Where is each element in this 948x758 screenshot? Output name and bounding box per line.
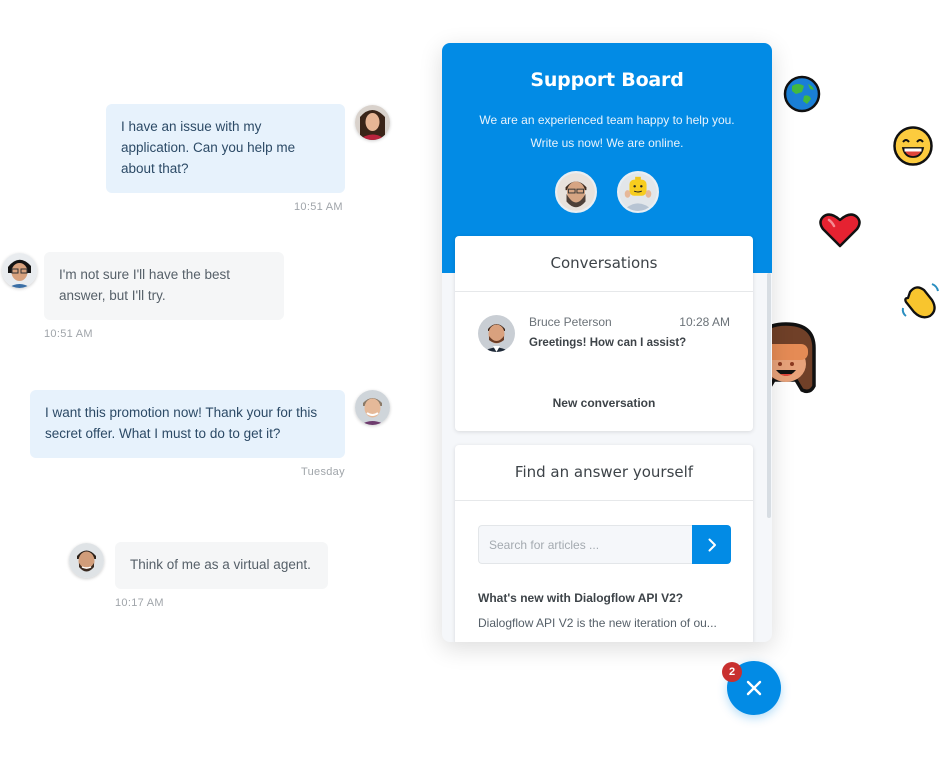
- conversation-item[interactable]: Bruce Peterson 10:28 AM Greetings! How c…: [455, 292, 753, 367]
- lego-agent-avatar: [617, 171, 660, 213]
- conversations-title: Conversations: [455, 236, 753, 292]
- article-title-link[interactable]: What's new with Dialogflow API V2?: [478, 591, 683, 605]
- notification-badge: 2: [722, 662, 742, 682]
- bearded-man-avatar: [69, 543, 104, 578]
- support-board-panel: Support Board We are an experienced team…: [442, 43, 772, 642]
- conversation-time: 10:28 AM: [679, 315, 730, 329]
- message-time: 10:51 AM: [44, 328, 93, 340]
- panel-scrollbar[interactable]: [767, 273, 771, 518]
- bruce-peterson-avatar: [478, 315, 515, 352]
- message-text: I have an issue with my application. Can…: [121, 119, 296, 176]
- article-search-input[interactable]: [478, 525, 693, 564]
- message-time: 10:17 AM: [115, 597, 164, 609]
- article-search: [478, 525, 731, 564]
- article-excerpt: Dialogflow API V2 is the new iteration o…: [478, 616, 717, 630]
- red-heart-emoji: [818, 210, 862, 250]
- conversation-name: Bruce Peterson: [529, 315, 612, 329]
- message-text: Think of me as a virtual agent.: [130, 557, 311, 572]
- panel-description: We are an experienced team happy to help…: [442, 109, 772, 155]
- chat-message-agent: I'm not sure I'll have the best answer, …: [44, 252, 284, 320]
- chevron-right-icon: [708, 538, 716, 551]
- chat-message-agent: Think of me as a virtual agent.: [115, 542, 328, 589]
- woman-avatar: [355, 105, 390, 140]
- close-icon: [746, 680, 762, 696]
- find-answer-title: Find an answer yourself: [455, 445, 753, 501]
- grinning-face-emoji: [892, 125, 934, 167]
- new-conversation-button[interactable]: New conversation: [455, 396, 753, 410]
- chat-message-user: I have an issue with my application. Can…: [106, 104, 345, 193]
- article-search-button[interactable]: [692, 525, 731, 564]
- find-answer-card: Find an answer yourself What's new with …: [455, 445, 753, 642]
- message-time: Tuesday: [301, 466, 345, 478]
- conversation-message: Greetings! How can I assist?: [529, 337, 687, 349]
- chat-message-user: I want this promotion now! Thank your fo…: [30, 390, 345, 458]
- agents-list: [442, 171, 772, 213]
- message-time: 10:51 AM: [294, 201, 343, 213]
- message-text: I want this promotion now! Thank your fo…: [45, 405, 318, 441]
- conversations-card: Conversations Bruce Peterson 10:28 AM Gr…: [455, 236, 753, 431]
- panel-title: Support Board: [530, 69, 684, 91]
- message-text: I'm not sure I'll have the best answer, …: [59, 267, 230, 303]
- man-avatar: [355, 390, 390, 425]
- description-line: Write us now! We are online.: [530, 136, 684, 150]
- description-line: We are an experienced team happy to help…: [479, 113, 735, 127]
- globe-emoji: [782, 74, 822, 114]
- waving-hand-emoji: [898, 278, 942, 322]
- bearded-agent-avatar: [554, 171, 597, 213]
- man-glasses-avatar: [2, 253, 37, 288]
